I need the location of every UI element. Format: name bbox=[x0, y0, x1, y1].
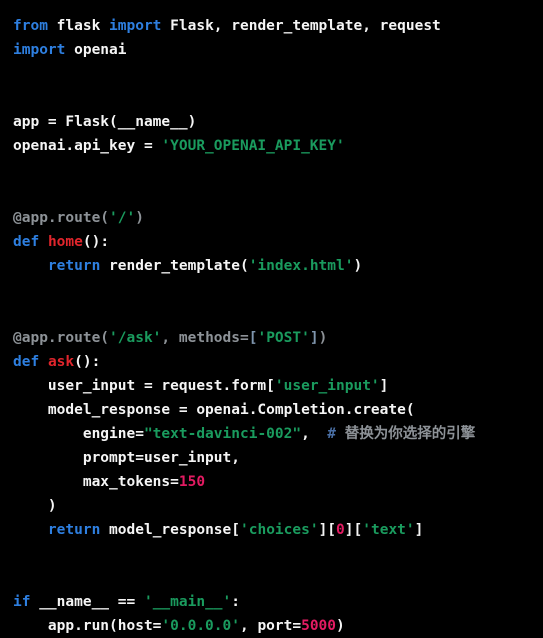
code-line: @app.route('/ask', methods=['POST']) bbox=[13, 326, 543, 350]
code-line: app = Flask(__name__) bbox=[13, 110, 543, 134]
code-editor-surface[interactable]: from flask import Flask, render_template… bbox=[0, 0, 543, 634]
code-token: import bbox=[109, 18, 162, 34]
code-lines-container: from flask import Flask, render_template… bbox=[13, 14, 543, 638]
code-token: flask bbox=[47, 18, 110, 34]
code-token: ask bbox=[47, 354, 75, 370]
code-token: (): bbox=[74, 354, 101, 370]
code-token: max_tokens= bbox=[13, 474, 179, 490]
code-line: prompt=user_input, bbox=[13, 446, 543, 470]
code-token: ] bbox=[309, 330, 319, 346]
code-line: return render_template('index.html') bbox=[13, 254, 543, 278]
code-token: "text-davinci-002" bbox=[143, 426, 302, 442]
code-token: model_response bbox=[100, 522, 232, 538]
code-token: , methods= bbox=[161, 330, 249, 346]
code-line: from flask import Flask, render_template… bbox=[13, 14, 543, 38]
code-token: @app.route( bbox=[13, 330, 110, 346]
code-token: ][ bbox=[344, 522, 363, 538]
code-token: ] bbox=[379, 378, 389, 394]
code-token: engine= bbox=[13, 426, 144, 442]
code-token: @app.route( bbox=[13, 210, 110, 226]
code-token: return bbox=[47, 258, 101, 274]
code-token: app = Flask(__name__) bbox=[13, 114, 197, 130]
code-token: '0.0.0.0' bbox=[161, 618, 240, 634]
code-token: (): bbox=[82, 234, 110, 250]
code-token: render_template( bbox=[100, 258, 249, 274]
code-line: openai.api_key = 'YOUR_OPENAI_API_KEY' bbox=[13, 134, 543, 158]
code-token: __name__ == bbox=[30, 594, 144, 610]
code-token: if bbox=[13, 594, 31, 610]
code-line: user_input = request.form['user_input'] bbox=[13, 374, 543, 398]
code-token: 'POST' bbox=[257, 330, 310, 346]
code-token: ) bbox=[336, 618, 345, 634]
code-token: '/' bbox=[109, 210, 136, 226]
code-token: ] bbox=[414, 522, 424, 538]
code-token: home bbox=[47, 234, 83, 250]
code-line: engine="text-davinci-002", # 替换为你选择的引擎 bbox=[13, 422, 543, 446]
code-token: '/ask' bbox=[109, 330, 162, 346]
code-token: ) bbox=[135, 210, 144, 226]
code-token: def bbox=[13, 354, 40, 370]
code-token: from bbox=[13, 18, 48, 34]
code-token: model_response = openai.Completion.creat… bbox=[13, 402, 415, 418]
code-token: 5000 bbox=[301, 618, 337, 634]
code-token: 0 bbox=[336, 522, 345, 538]
code-line: @app.route('/') bbox=[13, 206, 543, 230]
code-token: openai bbox=[65, 42, 127, 58]
code-token: 'choices' bbox=[240, 522, 319, 538]
code-token: '__main__' bbox=[143, 594, 232, 610]
code-token: # bbox=[327, 426, 337, 442]
code-line: app.run(host='0.0.0.0', port=5000) bbox=[13, 614, 543, 638]
code-token: ) bbox=[13, 498, 57, 514]
code-token: ][ bbox=[318, 522, 337, 538]
code-token: ) bbox=[353, 258, 363, 274]
code-token: app.run(host= bbox=[13, 618, 162, 634]
code-token: user_input = request.form bbox=[13, 378, 267, 394]
code-line: if __name__ == '__main__': bbox=[13, 590, 543, 614]
code-token: [ bbox=[266, 378, 275, 394]
code-token: 替换为你选择的引擎 bbox=[336, 426, 476, 442]
code-token: 150 bbox=[178, 474, 206, 490]
code-line: def home(): bbox=[13, 230, 543, 254]
code-line: import openai bbox=[13, 38, 543, 62]
code-token: [ bbox=[231, 522, 240, 538]
code-line: model_response = openai.Completion.creat… bbox=[13, 398, 543, 422]
code-line: ) bbox=[13, 494, 543, 518]
code-token: : bbox=[231, 594, 241, 610]
code-token: 'text' bbox=[362, 522, 415, 538]
code-line: max_tokens=150 bbox=[13, 470, 543, 494]
code-token: openai.api_key = bbox=[13, 138, 162, 154]
code-token: Flask, render_template, request bbox=[161, 18, 441, 34]
code-token: prompt=user_input, bbox=[13, 450, 240, 466]
code-line: return model_response['choices'][0]['tex… bbox=[13, 518, 543, 542]
code-token: , bbox=[301, 426, 328, 442]
code-line: def ask(): bbox=[13, 350, 543, 374]
code-token: import bbox=[13, 42, 66, 58]
code-token: ) bbox=[318, 330, 328, 346]
code-token: 'user_input' bbox=[274, 378, 380, 394]
code-token: , port= bbox=[239, 618, 302, 634]
code-token: 'index.html' bbox=[248, 258, 354, 274]
code-token: def bbox=[13, 234, 40, 250]
code-token: return bbox=[47, 522, 101, 538]
code-token: 'YOUR_OPENAI_API_KEY' bbox=[161, 138, 345, 154]
